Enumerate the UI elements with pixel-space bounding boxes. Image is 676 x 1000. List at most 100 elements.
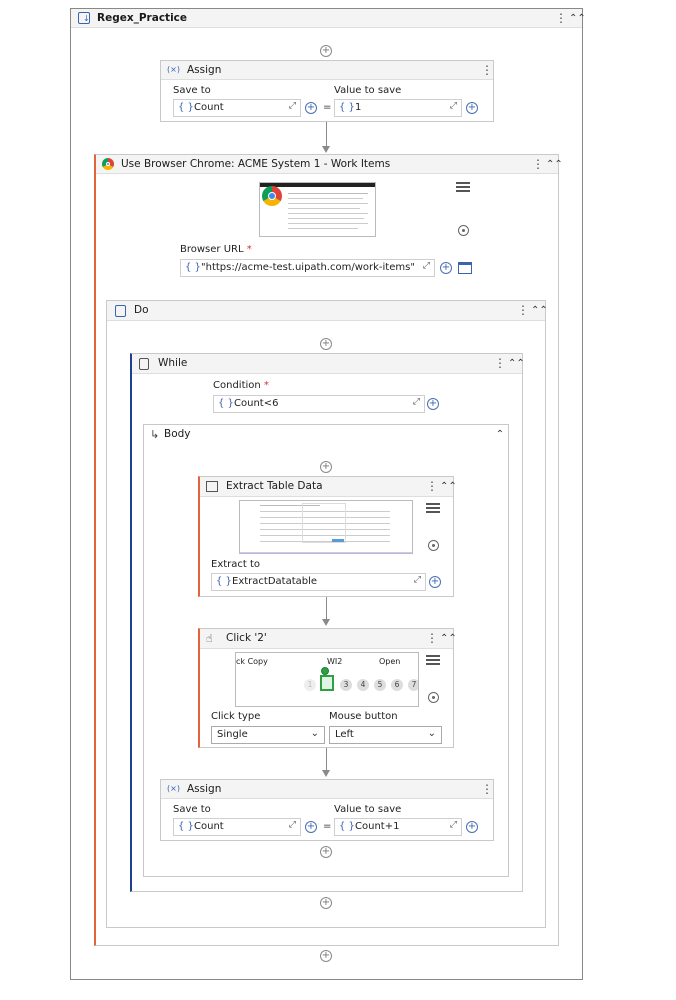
- extract-table-collapse-icon[interactable]: ⌃⌃: [440, 480, 457, 493]
- assign-1-save-to-value: Count: [194, 102, 224, 113]
- do-scope-menu-icon[interactable]: ⋮: [517, 304, 529, 317]
- expand-icon[interactable]: ⤢: [289, 820, 296, 830]
- assign-1-equals: =: [323, 102, 332, 113]
- extract-options-menu-icon[interactable]: [426, 503, 440, 515]
- expand-icon[interactable]: ⤢: [414, 575, 421, 585]
- while-collapse-icon[interactable]: ⌃⌃: [508, 357, 525, 370]
- connector-line: [326, 122, 327, 146]
- workflow-title: Regex_Practice: [97, 12, 188, 24]
- while-menu-icon[interactable]: ⋮: [494, 357, 506, 370]
- click-target-preview: ck Copy WI2 Open 1 3 4 5 6 7: [235, 652, 419, 707]
- assign-1-header: (×) Assign ⋮: [161, 61, 493, 80]
- extract-table-title: Extract Table Data: [226, 480, 323, 492]
- click-menu-icon[interactable]: ⋮: [426, 632, 438, 645]
- extract-to-add-button[interactable]: +: [429, 576, 441, 588]
- add-activity-button-do-end[interactable]: +: [320, 897, 332, 909]
- assign-2-save-to-label: Save to: [173, 804, 211, 815]
- assign-2-value: Count+1: [355, 821, 400, 832]
- preview-text-mid: WI2: [327, 657, 343, 666]
- connector-line: [326, 597, 327, 619]
- expression-brace-icon: { }: [178, 821, 194, 832]
- body-collapse-icon[interactable]: ⌃: [494, 428, 506, 441]
- click-type-dropdown[interactable]: Single ⌄: [211, 726, 325, 744]
- click-collapse-icon[interactable]: ⌃⌃: [440, 632, 457, 645]
- browser-screenshot-preview: [259, 182, 376, 237]
- while-loop-icon: [139, 358, 149, 370]
- browser-url-add-button[interactable]: +: [440, 262, 452, 274]
- while-condition-value: Count<6: [234, 398, 279, 409]
- do-scope-header: Do ⋮ ⌃⌃: [107, 301, 548, 321]
- do-scope-collapse-icon[interactable]: ⌃⌃: [531, 304, 548, 317]
- extract-table-header: Extract Table Data ⋮ ⌃⌃: [200, 477, 457, 497]
- mouse-button-dropdown[interactable]: Left ⌄: [329, 726, 442, 744]
- while-condition-field[interactable]: { } Count<6 ⤢: [213, 395, 425, 413]
- click-options-menu-icon[interactable]: [426, 655, 440, 667]
- connector-line: [326, 748, 327, 770]
- assign-1-value-field[interactable]: { } 1 ⤢: [334, 99, 462, 117]
- chevron-down-icon: ⌄: [427, 728, 436, 739]
- expand-icon[interactable]: ⤢: [289, 101, 296, 111]
- expand-icon[interactable]: ⤢: [413, 397, 420, 407]
- while-condition-label: Condition *: [213, 380, 269, 391]
- click-activity: ☝ Click '2' ⋮ ⌃⌃ ck Copy WI2 Open 1 3 4 …: [198, 628, 457, 748]
- extract-table-menu-icon[interactable]: ⋮: [426, 480, 438, 493]
- extract-table-preview: [239, 500, 413, 554]
- assign-1-value: 1: [355, 102, 362, 113]
- expand-icon[interactable]: ⤢: [423, 261, 430, 271]
- assign-2-equals: =: [323, 821, 332, 832]
- browser-url-field[interactable]: { } "https://acme-test.uipath.com/work-i…: [180, 259, 435, 277]
- while-condition-add-button[interactable]: +: [427, 398, 439, 410]
- assign-2-save-to-add-button[interactable]: +: [305, 821, 317, 833]
- add-activity-button-after-assign[interactable]: +: [320, 846, 332, 858]
- assign-2-title: Assign: [187, 783, 222, 795]
- assign-2-value-label: Value to save: [334, 804, 402, 815]
- add-activity-button-do[interactable]: +: [320, 338, 332, 350]
- sequence-icon-arrow: ↓: [83, 14, 90, 23]
- assign-2-menu-icon[interactable]: ⋮: [481, 783, 493, 796]
- extract-to-value: ExtractDatatable: [232, 576, 318, 587]
- add-activity-button-bottom[interactable]: +: [320, 950, 332, 962]
- browser-window-icon[interactable]: [458, 262, 472, 274]
- assign-activity-2: (×) Assign ⋮ Save to Value to save { } C…: [160, 779, 494, 841]
- workflow-menu-icon[interactable]: ⋮: [555, 12, 567, 25]
- assign-1-save-to-field[interactable]: { } Count ⤢: [173, 99, 301, 117]
- assign-1-save-to-add-button[interactable]: +: [305, 102, 317, 114]
- chevron-down-icon: ⌄: [310, 728, 319, 739]
- expression-brace-icon: { }: [216, 576, 232, 587]
- add-activity-button-body[interactable]: +: [320, 461, 332, 473]
- sequence-icon: [115, 305, 126, 317]
- browser-options-menu-icon[interactable]: [456, 182, 470, 194]
- body-header: ↳ Body ⌃: [144, 425, 510, 445]
- expand-icon[interactable]: ⤢: [450, 101, 457, 111]
- anchor-marker: [321, 667, 329, 675]
- assign-1-title: Assign: [187, 64, 222, 76]
- assign-activity-1: (×) Assign ⋮ Save to Value to save { } C…: [160, 60, 494, 122]
- assign-1-value-label: Value to save: [334, 85, 402, 96]
- assign-1-value-add-button[interactable]: +: [466, 102, 478, 114]
- body-title: Body: [164, 428, 191, 440]
- preview-text-right: Open: [379, 657, 401, 666]
- extract-to-field[interactable]: { } ExtractDatatable ⤢: [211, 573, 426, 591]
- assign-2-value-add-button[interactable]: +: [466, 821, 478, 833]
- extract-to-label: Extract to: [211, 559, 261, 570]
- assign-2-save-to-field[interactable]: { } Count ⤢: [173, 818, 301, 836]
- click-target-icon[interactable]: [428, 692, 439, 703]
- do-scope-title: Do: [134, 304, 149, 316]
- page-number: 5: [374, 679, 386, 691]
- extract-target-icon[interactable]: [428, 540, 439, 551]
- preview-text-left: ck Copy: [236, 657, 268, 666]
- add-activity-button-top[interactable]: +: [320, 45, 332, 57]
- workflow-collapse-icon[interactable]: ⌃⌃: [569, 12, 586, 25]
- assign-2-value-field[interactable]: { } Count+1 ⤢: [334, 818, 462, 836]
- body-arrow-icon: ↳: [150, 428, 160, 441]
- click-type-label: Click type: [211, 711, 261, 722]
- assign-2-header: (×) Assign ⋮: [161, 780, 493, 799]
- browser-target-icon[interactable]: [458, 225, 469, 236]
- expression-brace-icon: { }: [339, 102, 355, 113]
- extract-table-activity: Extract Table Data ⋮ ⌃⌃ Extract to { } E…: [198, 476, 457, 597]
- expression-brace-icon: { }: [185, 262, 201, 273]
- use-browser-menu-icon[interactable]: ⋮: [532, 158, 544, 171]
- use-browser-collapse-icon[interactable]: ⌃⌃: [546, 158, 563, 171]
- expand-icon[interactable]: ⤢: [450, 820, 457, 830]
- assign-1-menu-icon[interactable]: ⋮: [481, 64, 493, 77]
